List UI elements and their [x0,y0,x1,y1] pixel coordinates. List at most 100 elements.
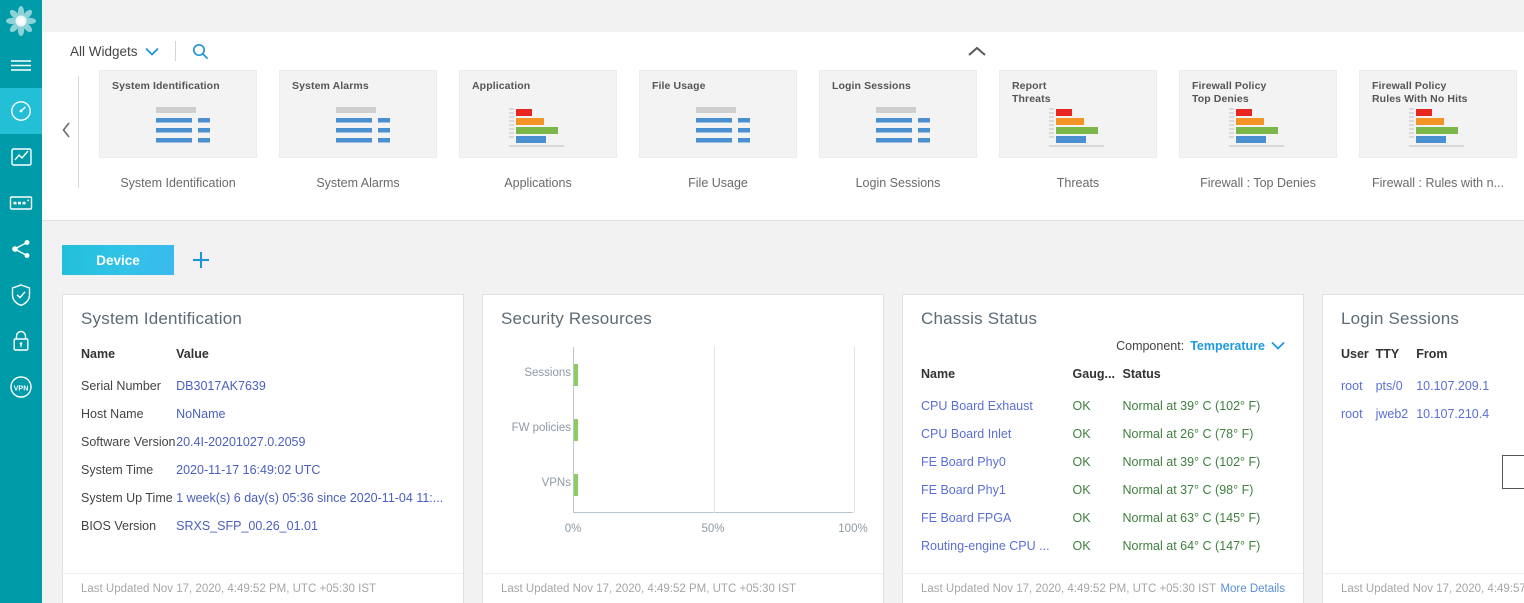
list-rows-icon [866,107,932,154]
panel-footer: Last Updated Nov 17, 2020, 4:49:52 PM, U… [63,573,463,603]
widget-card[interactable]: Login Sessions Login Sessions [819,70,977,190]
table-cell[interactable]: Routing-engine CPU ... [921,539,1073,567]
widget-caption: Firewall : Top Denies [1179,176,1337,190]
sidebar-item-network[interactable] [0,226,42,272]
widget-thumbnail[interactable]: File Usage [639,70,797,158]
widget-thumbnail[interactable]: Firewall PolicyTop Denies [1179,70,1337,158]
device-card-icon [9,195,33,211]
table-header-row: NameValue [81,347,445,379]
widget-thumbnail[interactable]: ReportThreats [999,70,1157,158]
table-row: CPU Board ExhaustOKNormal at 39° C (102°… [921,399,1285,427]
page-title: Login Sessions [1341,309,1507,329]
table-cell: OK [1073,399,1123,427]
carousel-track: System Identification System Identificat… [79,70,1524,190]
sidebar-item-device[interactable] [0,180,42,226]
bar-chart-icon [1226,107,1292,154]
widget-thumbnail[interactable]: System Identification [99,70,257,158]
chevron-left-icon[interactable] [54,70,78,190]
chart-gridline [714,347,715,513]
sidebar-item-security[interactable] [0,272,42,318]
table-body: rootpts/010.107.209.1 rootjweb210.107.210… [1341,379,1507,435]
table-cell[interactable]: root [1341,407,1376,435]
table-cell[interactable]: 10.107.210.4 [1416,407,1507,435]
network-share-icon [9,238,33,260]
widget-thumbnail[interactable]: Login Sessions [819,70,977,158]
table-cell: DB3017AK7639 [176,379,445,407]
last-updated-text: Last Updated Nov 17, 2020, 4:49:52 PM, U… [501,583,796,595]
chart-category-label: Sessions [524,367,571,379]
flower-logo-icon[interactable] [0,0,42,42]
table-cell: Software Version [81,435,176,463]
widget-card[interactable]: System Identification System Identificat… [99,70,257,190]
table-cell: Normal at 63° C (145° F) [1123,511,1286,539]
hamburger-menu-icon[interactable] [0,42,42,88]
all-widgets-filter[interactable]: All Widgets [70,44,159,59]
table-cell[interactable]: FE Board FPGA [921,511,1073,539]
table-cell[interactable]: jweb2 [1376,407,1417,435]
widget-thumb-title: System Identification [112,80,256,93]
dashboard-gauge-icon [9,99,33,123]
header-divider [175,41,176,61]
table-cell[interactable]: 10.107.209.1 [1416,379,1507,407]
widget-card[interactable]: Application Applications [459,70,617,190]
widget-card[interactable]: System Alarms System Alarms [279,70,437,190]
chevron-up-icon[interactable] [961,40,993,64]
carousel-body: System Identification System Identificat… [42,70,1524,218]
edge-panel-handle[interactable] [1502,455,1524,489]
sidebar-item-monitor[interactable] [0,134,42,180]
table-header-row: UserTTYFrom [1341,347,1507,379]
table-cell: System Time [81,463,176,491]
panel-footer: Last Updated Nov 17, 2020, 4:49:52 PM, U… [903,573,1303,603]
table-cell: Normal at 37° C (98° F) [1123,483,1286,511]
tab-device[interactable]: Device [62,245,174,275]
list-rows-icon [326,107,392,154]
widget-card[interactable]: ReportThreats Threats [999,70,1157,190]
table-cell[interactable]: pts/0 [1376,379,1417,407]
column-header: Name [921,367,1073,399]
table-cell: SRXS_SFP_00.26_01.01 [176,519,445,547]
widget-card[interactable]: File Usage File Usage [639,70,797,190]
widget-card[interactable]: Firewall PolicyRules With No Hits Firewa… [1359,70,1517,190]
widget-caption: Threats [999,176,1157,190]
panel-footer: Last Updated Nov 17, 2020, 4:49:52 PM, U… [483,573,883,603]
sidebar-item-dashboard[interactable] [0,88,42,134]
panel-login-sessions: Login Sessions UserTTYFrom rootpts/010.1… [1322,294,1524,603]
panel-chassis-status: Chassis Status Component: Temperature Na… [902,294,1304,603]
chassis-status-table: NameGaug...Status CPU Board ExhaustOKNor… [921,367,1285,567]
chart-plot-area [573,347,853,513]
table-cell[interactable]: CPU Board Exhaust [921,399,1073,427]
component-value: Temperature [1190,339,1265,353]
component-label: Component: [1116,339,1184,353]
table-row: Serial NumberDB3017AK7639 [81,379,445,407]
table-cell[interactable]: FE Board Phy1 [921,483,1073,511]
table-cell: Normal at 64° C (147° F) [1123,539,1286,567]
widget-card[interactable]: Firewall PolicyTop Denies Firewall : Top… [1179,70,1337,190]
app-root: VPN All Widgets [0,0,1524,603]
search-icon[interactable] [192,43,209,60]
table-cell: Normal at 39° C (102° F) [1123,455,1286,483]
more-details-link[interactable]: More Details [1220,583,1285,595]
sidebar-item-vpn[interactable]: VPN [0,364,42,410]
table-cell[interactable]: CPU Board Inlet [921,427,1073,455]
sidebar-item-lock[interactable] [0,318,42,364]
table-cell: OK [1073,483,1123,511]
chart-category-label: FW policies [512,422,571,434]
table-cell: 20.4I-20201027.0.2059 [176,435,445,463]
table-cell: Normal at 39° C (102° F) [1123,399,1286,427]
widget-thumbnail[interactable]: Application [459,70,617,158]
widget-thumb-title: Application [472,80,616,93]
shield-check-icon [10,283,32,307]
widget-thumbnail[interactable]: System Alarms [279,70,437,158]
page-title: Chassis Status [921,309,1285,329]
table-cell: OK [1073,427,1123,455]
last-updated-text: Last Updated Nov 17, 2020, 4:49:52 PM, U… [81,583,376,595]
svg-text:VPN: VPN [14,383,29,392]
component-selector[interactable]: Component: Temperature [921,339,1285,353]
list-rows-icon [146,107,212,154]
widget-thumbnail[interactable]: Firewall PolicyRules With No Hits [1359,70,1517,158]
table-cell[interactable]: root [1341,379,1376,407]
plus-icon[interactable] [190,249,212,271]
table-cell[interactable]: FE Board Phy0 [921,455,1073,483]
table-cell: OK [1073,511,1123,539]
panel-system-identification: System Identification NameValue Serial N… [62,294,464,603]
